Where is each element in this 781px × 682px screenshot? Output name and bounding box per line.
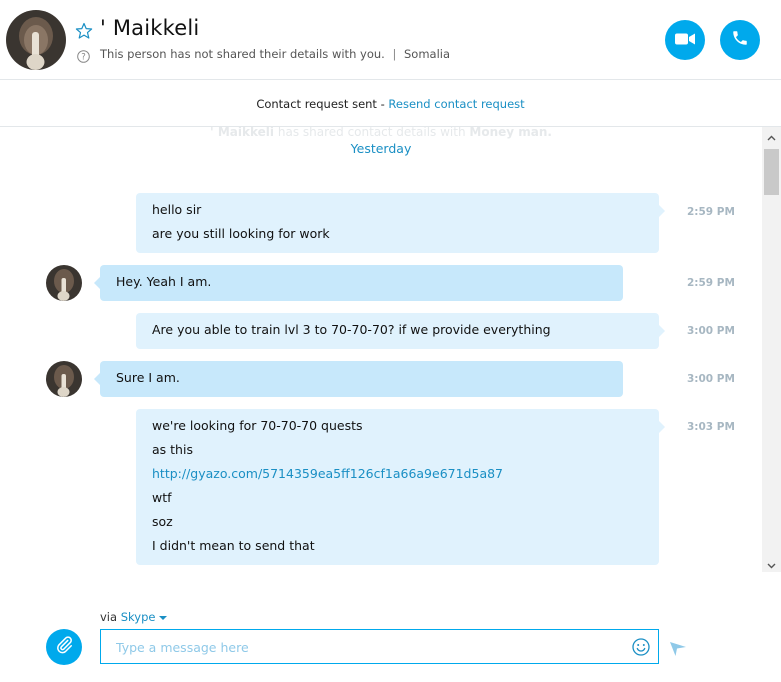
attach-button[interactable] bbox=[46, 629, 82, 665]
outgoing-message[interactable]: hello sir are you still looking for work bbox=[136, 193, 665, 253]
favorite-star-icon[interactable] bbox=[75, 22, 93, 40]
scroll-thumb[interactable] bbox=[764, 149, 779, 195]
event-name-1: ' Maikkeli bbox=[210, 127, 275, 139]
conversation-scrollbar[interactable] bbox=[762, 127, 781, 572]
message-line: we're looking for 70-70-70 quests bbox=[152, 418, 363, 433]
paperclip-icon bbox=[54, 635, 74, 659]
chevron-down-icon bbox=[767, 554, 776, 573]
message-input-box[interactable] bbox=[100, 629, 659, 664]
incoming-message[interactable]: Sure I am. bbox=[94, 361, 623, 397]
scroll-up-button[interactable] bbox=[762, 127, 781, 144]
day-divider: Yesterday bbox=[350, 141, 412, 156]
message-timestamp: 3:00 PM bbox=[687, 373, 735, 385]
via-label: via bbox=[100, 610, 118, 624]
incoming-message[interactable]: Hey. Yeah I am. bbox=[94, 265, 623, 301]
request-status-text: Contact request sent - bbox=[256, 97, 385, 111]
service-name: Skype bbox=[120, 610, 156, 624]
phone-icon bbox=[731, 29, 749, 51]
details-separator: | bbox=[392, 47, 397, 61]
resend-contact-request-link[interactable]: Resend contact request bbox=[388, 97, 524, 111]
chevron-up-icon bbox=[767, 126, 776, 145]
video-camera-icon bbox=[675, 31, 695, 50]
message-line: wtf bbox=[152, 490, 172, 505]
message-line: soz bbox=[152, 514, 173, 529]
message-line: as this bbox=[152, 442, 193, 457]
conversation-header: ' Maikkeli ? This person has not shared … bbox=[0, 0, 781, 80]
question-circle-icon: ? bbox=[77, 48, 90, 63]
message-url-link[interactable]: http://gyazo.com/5714359ea5ff126cf1a66a9… bbox=[152, 466, 503, 482]
event-name-2: Money man. bbox=[469, 127, 552, 139]
smiley-icon[interactable] bbox=[631, 637, 651, 657]
send-arrow-icon[interactable] bbox=[668, 638, 688, 658]
message-line: Are you able to train lvl 3 to 70-70-70?… bbox=[152, 322, 551, 337]
outgoing-message[interactable]: we're looking for 70-70-70 quests as thi… bbox=[136, 409, 665, 565]
audio-call-button[interactable] bbox=[720, 20, 760, 60]
message-line: are you still looking for work bbox=[152, 226, 330, 241]
message-line: Hey. Yeah I am. bbox=[116, 274, 212, 289]
message-input[interactable] bbox=[116, 638, 616, 656]
event-middle-text: has shared contact details with bbox=[277, 127, 466, 139]
sender-avatar[interactable] bbox=[46, 265, 82, 301]
message-timestamp: 3:00 PM bbox=[687, 325, 735, 337]
scroll-down-button[interactable] bbox=[762, 555, 781, 572]
message-line: Sure I am. bbox=[116, 370, 180, 385]
caret-down-icon bbox=[159, 610, 168, 624]
message-timestamp: 3:03 PM bbox=[687, 421, 735, 433]
message-timestamp: 2:59 PM bbox=[687, 206, 735, 218]
svg-text:?: ? bbox=[81, 53, 86, 63]
contact-details: This person has not shared their details… bbox=[100, 47, 450, 61]
contact-location: Somalia bbox=[403, 47, 451, 61]
details-text: This person has not shared their details… bbox=[100, 47, 385, 61]
outgoing-message[interactable]: Are you able to train lvl 3 to 70-70-70?… bbox=[136, 313, 665, 349]
sender-avatar[interactable] bbox=[46, 361, 82, 397]
send-via-selector: via Skype bbox=[100, 610, 168, 624]
message-line: I didn't mean to send that bbox=[152, 538, 315, 553]
conversation-history[interactable]: ' Maikkeli has shared contact details wi… bbox=[0, 127, 762, 572]
contact-request-bar: Contact request sent - Resend contact re… bbox=[0, 81, 781, 127]
shared-details-event: ' Maikkeli has shared contact details wi… bbox=[0, 127, 762, 139]
contact-name[interactable]: ' Maikkeli bbox=[100, 16, 199, 40]
contact-avatar[interactable] bbox=[6, 10, 66, 70]
message-timestamp: 2:59 PM bbox=[687, 277, 735, 289]
video-call-button[interactable] bbox=[665, 20, 705, 60]
service-dropdown[interactable]: Skype bbox=[120, 610, 168, 624]
message-line: hello sir bbox=[152, 202, 202, 217]
